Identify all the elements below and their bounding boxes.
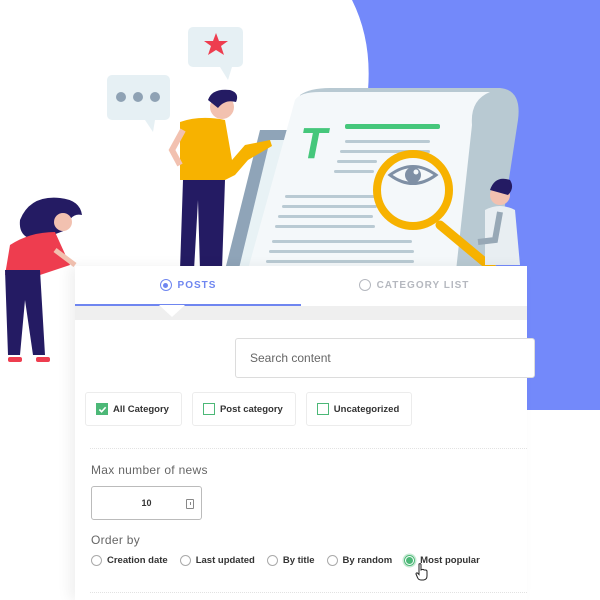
tab-divider-bar	[75, 305, 527, 320]
spinner-icon[interactable]	[186, 499, 194, 509]
checkbox-empty-icon[interactable]	[202, 403, 215, 415]
order-by-title[interactable]: By title	[266, 555, 315, 566]
settings-panel: POSTS CATEGORY LIST Search content All C…	[75, 266, 535, 600]
order-by-title-label: By title	[282, 555, 315, 566]
order-creation-date[interactable]: Creation date	[91, 555, 168, 566]
radio-selected-icon	[159, 279, 172, 291]
search-placeholder: Search content	[250, 351, 331, 365]
tab-bar: POSTS CATEGORY LIST	[75, 266, 527, 306]
category-uncategorized[interactable]: Uncategorized	[305, 392, 413, 426]
radio-empty-icon[interactable]	[266, 555, 278, 566]
hero-illustration: T	[5, 27, 520, 290]
radio-empty-icon	[358, 279, 371, 291]
tab-category-list-label: CATEGORY LIST	[376, 279, 470, 291]
order-by-label: Order by	[91, 533, 141, 547]
page: T POSTS CATEGORY LIST Search content All…	[0, 0, 600, 600]
order-last-updated-label: Last updated	[195, 555, 255, 566]
category-filter-group: All Category Post category Uncategorized	[85, 392, 413, 426]
order-creation-date-label: Creation date	[107, 555, 168, 566]
category-all-label: All Category	[113, 403, 169, 415]
hand-pointer-cursor-icon	[415, 563, 428, 581]
category-uncategorized-label: Uncategorized	[333, 403, 400, 415]
radio-empty-icon[interactable]	[326, 555, 338, 566]
radio-empty-icon[interactable]	[179, 555, 191, 566]
order-last-updated[interactable]: Last updated	[179, 555, 255, 566]
order-by-random-label: By random	[342, 555, 393, 566]
max-news-input[interactable]: 10	[91, 486, 202, 520]
section-divider-bottom	[90, 592, 527, 593]
checkbox-checked-icon[interactable]	[96, 403, 108, 415]
category-post-label: Post category	[219, 403, 283, 415]
active-tab-notch	[159, 305, 185, 317]
radio-selected-icon[interactable]	[404, 555, 416, 566]
order-most-popular-label: Most popular	[420, 555, 480, 566]
search-input[interactable]: Search content	[235, 338, 535, 378]
svg-text:T: T	[300, 119, 330, 168]
radio-empty-icon[interactable]	[91, 555, 102, 566]
chat-bubble-star-icon	[188, 27, 243, 80]
section-divider	[90, 448, 527, 449]
tab-posts-label: POSTS	[177, 279, 217, 291]
checkbox-empty-icon[interactable]	[316, 403, 329, 415]
order-by-random[interactable]: By random	[326, 555, 393, 566]
document-icon: T	[220, 88, 519, 290]
category-post[interactable]: Post category	[191, 392, 296, 426]
tab-posts[interactable]: POSTS	[75, 266, 301, 306]
woman-legs	[5, 270, 50, 362]
category-all[interactable]: All Category	[85, 392, 182, 426]
max-news-label: Max number of news	[91, 463, 208, 477]
max-news-value: 10	[141, 498, 152, 508]
chat-bubble-dots-icon	[107, 75, 170, 132]
tab-category-list[interactable]: CATEGORY LIST	[301, 266, 527, 306]
